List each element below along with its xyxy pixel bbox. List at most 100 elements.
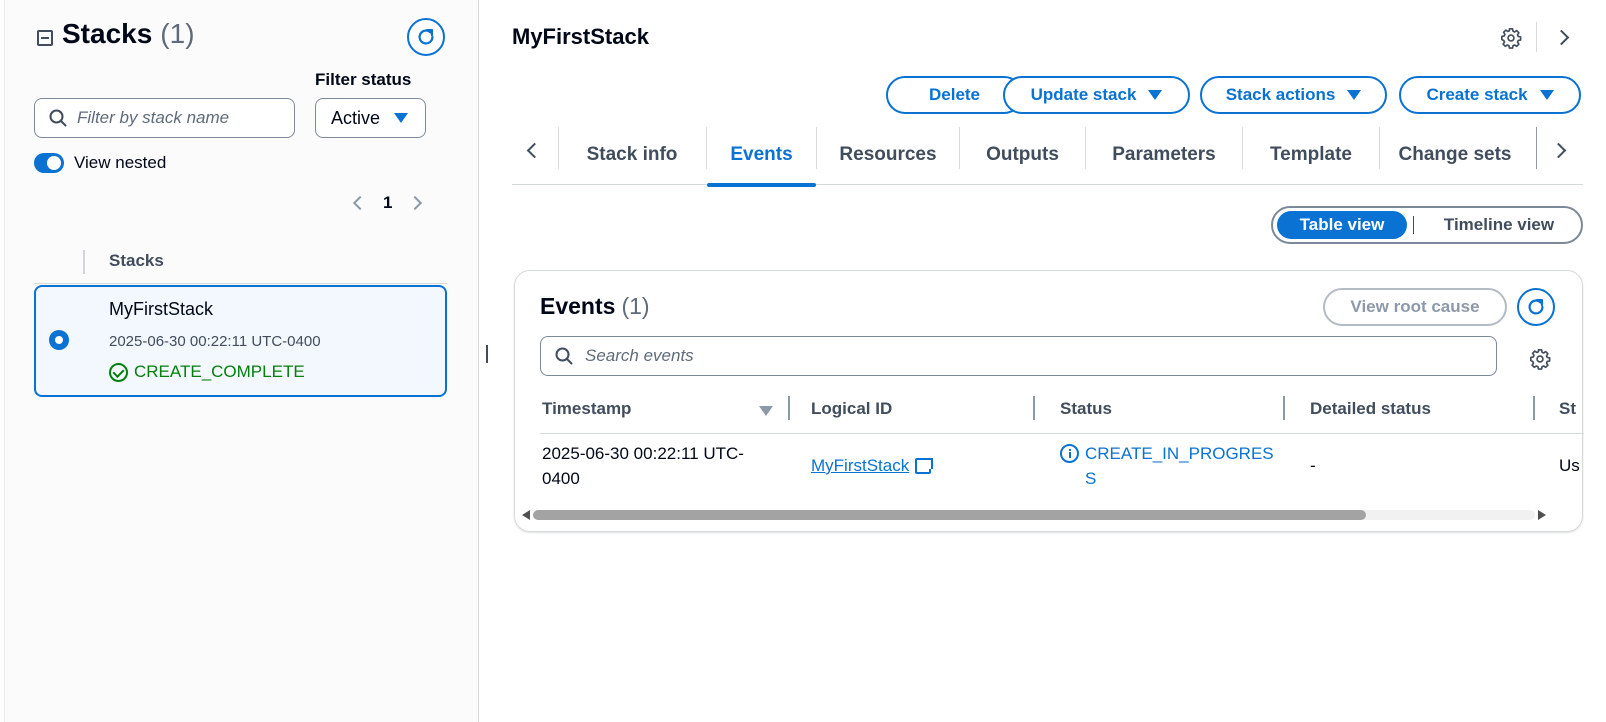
chevron-right-icon[interactable] xyxy=(1553,29,1570,46)
stack-status: CREATE_COMPLETE xyxy=(109,362,305,382)
stack-filter-search[interactable] xyxy=(34,98,295,138)
tab-resources[interactable]: Resources xyxy=(817,125,959,185)
stacks-column-header[interactable]: Stacks xyxy=(83,250,164,274)
tab-change-sets[interactable]: Change sets xyxy=(1380,125,1530,185)
refresh-icon xyxy=(1528,299,1544,315)
logical-id-link[interactable]: MyFirstStack xyxy=(811,453,934,478)
column-header-divider xyxy=(34,283,447,284)
view-nested-toggle-row: View nested xyxy=(34,153,166,173)
event-detailed-status: - xyxy=(1310,456,1316,475)
create-stack-button[interactable]: Create stack xyxy=(1399,76,1581,114)
search-icon xyxy=(49,109,67,127)
view-mode-toggle: Table view Timeline view xyxy=(1271,206,1583,244)
stack-status-text: CREATE_COMPLETE xyxy=(134,362,305,381)
gear-icon xyxy=(1501,28,1522,49)
previous-page-icon[interactable] xyxy=(352,195,368,211)
refresh-icon xyxy=(418,29,434,45)
page-title: MyFirstStack xyxy=(512,24,649,49)
refresh-events-button[interactable] xyxy=(1517,288,1555,326)
events-title: Events (1) xyxy=(540,293,650,320)
stack-actions-label: Stack actions xyxy=(1225,85,1336,104)
table-horizontal-scrollbar[interactable] xyxy=(519,507,1549,521)
stack-select-radio[interactable] xyxy=(49,330,69,350)
stack-tabs: Stack info Events Resources Outputs Para… xyxy=(512,125,1583,187)
current-page-number[interactable]: 1 xyxy=(383,193,392,213)
event-timestamp: 2025-06-30 00:22:11 UTC- 0400 xyxy=(542,441,744,491)
tab-parameters[interactable]: Parameters xyxy=(1086,125,1242,185)
filter-status-label: Filter status xyxy=(315,70,412,89)
sort-descending-icon[interactable] xyxy=(759,406,773,416)
events-count: (1) xyxy=(621,293,650,319)
update-stack-label: Update stack xyxy=(1030,85,1137,104)
settings-button[interactable] xyxy=(1500,27,1522,54)
stack-name: MyFirstStack xyxy=(109,299,214,319)
event-logical-id: MyFirstStack xyxy=(811,453,934,478)
event-status-line1: CREATE_IN_PROGRES xyxy=(1085,444,1274,463)
events-search-input[interactable] xyxy=(585,346,1465,366)
stacks-count: (1) xyxy=(160,18,195,49)
caret-down-icon xyxy=(1347,90,1362,100)
scrollbar-thumb[interactable] xyxy=(533,510,1366,520)
refresh-stacks-button[interactable] xyxy=(407,18,445,56)
events-search[interactable] xyxy=(540,336,1497,376)
scroll-right-arrow[interactable] xyxy=(1538,510,1546,520)
table-header-divider xyxy=(540,433,1584,434)
stack-filter-input[interactable] xyxy=(77,108,277,128)
success-check-icon xyxy=(109,362,128,382)
filter-status-select[interactable]: Active xyxy=(315,98,426,138)
tab-template[interactable]: Template xyxy=(1243,125,1379,185)
table-view-button[interactable]: Table view xyxy=(1277,211,1407,239)
events-panel: Events(1) View root cause Timestamp Logi… xyxy=(514,270,1584,532)
tabs-scroll-left-icon[interactable] xyxy=(526,142,543,159)
tab-outputs[interactable]: Outputs xyxy=(960,125,1085,185)
update-stack-button[interactable]: Update stack xyxy=(1003,76,1190,114)
stacks-header: Stacks (1) xyxy=(37,18,195,50)
column-header-detailed-status[interactable]: Detailed status xyxy=(1310,399,1431,419)
column-header-timestamp[interactable]: Timestamp xyxy=(542,399,631,419)
column-header-status-reason[interactable]: St xyxy=(1559,399,1583,419)
tab-stack-info[interactable]: Stack info xyxy=(558,125,706,185)
tabs-scroll-right-icon[interactable] xyxy=(1550,142,1567,159)
stack-timestamp: 2025-06-30 00:22:11 UTC-0400 xyxy=(109,333,321,350)
tab-events[interactable]: Events xyxy=(707,125,816,187)
scroll-left-arrow[interactable] xyxy=(522,510,530,520)
event-status: CREATE_IN_PROGRES S xyxy=(1060,441,1274,491)
event-status-text: CREATE_IN_PROGRES S xyxy=(1085,441,1274,491)
event-timestamp-line2: 0400 xyxy=(542,469,580,488)
create-stack-label: Create stack xyxy=(1426,85,1528,104)
header-divider xyxy=(1536,22,1537,52)
search-icon xyxy=(555,347,573,365)
caret-down-icon xyxy=(1539,90,1554,100)
gear-icon xyxy=(1530,349,1551,370)
column-resizer[interactable] xyxy=(788,396,790,420)
timeline-view-button[interactable]: Timeline view xyxy=(1423,211,1575,239)
stack-list-item[interactable]: MyFirstStack 2025-06-30 00:22:11 UTC-040… xyxy=(34,285,447,397)
caret-down-icon xyxy=(394,113,408,123)
column-header-status[interactable]: Status xyxy=(1060,399,1112,419)
events-title-text: Events xyxy=(540,293,616,319)
column-resizer[interactable] xyxy=(1533,396,1535,420)
info-icon xyxy=(1060,444,1079,463)
column-resizer[interactable] xyxy=(1283,396,1285,420)
filter-status-value: Active xyxy=(331,107,381,128)
table-preferences-button[interactable] xyxy=(1529,348,1551,375)
stacks-title: Stacks xyxy=(62,18,153,49)
next-page-icon[interactable] xyxy=(408,195,423,211)
external-link-icon xyxy=(915,457,934,474)
event-timestamp-line1: 2025-06-30 00:22:11 UTC- xyxy=(542,444,744,463)
collapse-icon[interactable] xyxy=(37,29,53,46)
view-nested-toggle[interactable] xyxy=(34,153,64,173)
logical-id-text: MyFirstStack xyxy=(811,456,910,475)
tab-divider xyxy=(1536,127,1537,169)
column-header-logical-id[interactable]: Logical ID xyxy=(811,399,892,419)
stack-actions-button[interactable]: Stack actions xyxy=(1200,76,1387,114)
view-root-cause-button[interactable]: View root cause xyxy=(1323,288,1507,326)
stacks-pagination: 1 xyxy=(352,193,423,213)
view-toggle-divider xyxy=(1413,216,1414,234)
event-status-reason: Us xyxy=(1559,456,1580,475)
caret-down-icon xyxy=(1148,90,1163,100)
column-resizer[interactable] xyxy=(1033,396,1035,420)
event-status-line2: S xyxy=(1085,469,1097,488)
delete-label: Delete xyxy=(928,85,981,104)
panel-resize-handle[interactable] xyxy=(486,345,488,363)
